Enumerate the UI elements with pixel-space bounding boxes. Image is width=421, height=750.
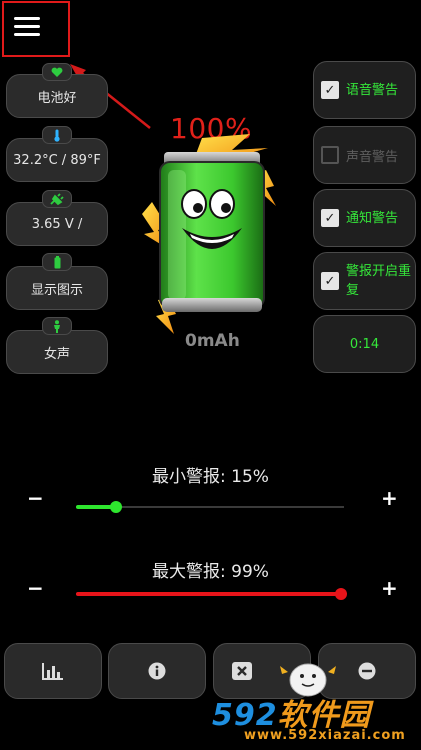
repeat-alert-label: 警报开启重复	[346, 264, 412, 298]
sound-alert-toggle[interactable]: 声音警告	[313, 126, 416, 184]
plug-icon	[42, 190, 72, 208]
minus-circle-icon	[358, 662, 376, 680]
options-column: ✓ 语音警告 声音警告 ✓ 通知警告 ✓ 警报开启重复 0:14	[313, 0, 416, 380]
voice-alert-label: 语音警告	[346, 82, 399, 98]
battery-capacity: 0mAh	[185, 331, 240, 351]
battery-health-label: 电池好	[37, 90, 77, 106]
max-alert-slider-fill	[76, 592, 342, 596]
max-alert-slider-thumb[interactable]	[335, 588, 348, 600]
checkbox-checked[interactable]: ✓	[321, 81, 339, 99]
max-alert-decrease-button[interactable]: −	[27, 576, 44, 600]
person-icon	[42, 317, 72, 335]
heart-icon	[42, 63, 72, 81]
battery-small-icon	[42, 253, 72, 271]
max-alert-increase-button[interactable]: +	[381, 576, 398, 600]
stats-button[interactable]	[4, 643, 102, 699]
min-alert-slider-thumb[interactable]	[110, 501, 123, 513]
voice-alert-toggle[interactable]: ✓ 语音警告	[313, 61, 416, 119]
checkbox-unchecked[interactable]	[321, 146, 339, 164]
battery-mascot-icon	[142, 134, 276, 334]
notify-alert-label: 通知警告	[346, 210, 399, 226]
voice-type-pill[interactable]: 女声	[6, 330, 108, 374]
min-alert-decrease-button[interactable]: −	[27, 486, 44, 510]
max-alert-slider[interactable]	[76, 588, 348, 600]
timer-value: 0:14	[349, 336, 380, 352]
voltage-label: 3.65 V /	[31, 216, 83, 232]
timer-button[interactable]: 0:14	[313, 315, 416, 373]
voltage-pill[interactable]: 3.65 V /	[6, 202, 108, 246]
min-alert-slider[interactable]	[76, 501, 344, 513]
status-column: 电池好 32.2°C / 89°F 3.65 V / 显示图示 女声	[6, 0, 108, 380]
min-alert-increase-button[interactable]: +	[381, 486, 398, 510]
close-icon	[232, 662, 252, 680]
sound-alert-label: 声音警告	[346, 149, 399, 165]
thermometer-icon	[42, 126, 72, 144]
display-graphic-label: 显示图示	[30, 282, 83, 298]
checkbox-checked[interactable]: ✓	[321, 209, 339, 227]
info-icon	[148, 662, 166, 680]
temperature-label: 32.2°C / 89°F	[13, 152, 101, 168]
min-alert-label: 最小警报: 15%	[152, 467, 269, 487]
notify-alert-toggle[interactable]: ✓ 通知警告	[313, 189, 416, 247]
checkbox-checked[interactable]: ✓	[321, 272, 339, 290]
max-alert-label: 最大警报: 99%	[152, 562, 269, 582]
info-button[interactable]	[108, 643, 206, 699]
watermark-url: www.592xiazai.com	[244, 728, 406, 743]
repeat-alert-toggle[interactable]: ✓ 警报开启重复	[313, 252, 416, 310]
display-graphic-pill[interactable]: 显示图示	[6, 266, 108, 310]
bar-chart-icon	[42, 663, 63, 680]
voice-type-label: 女声	[43, 346, 70, 362]
site-watermark: 592软件园 www.592xiazai.com	[212, 663, 421, 750]
temperature-pill[interactable]: 32.2°C / 89°F	[6, 138, 108, 182]
